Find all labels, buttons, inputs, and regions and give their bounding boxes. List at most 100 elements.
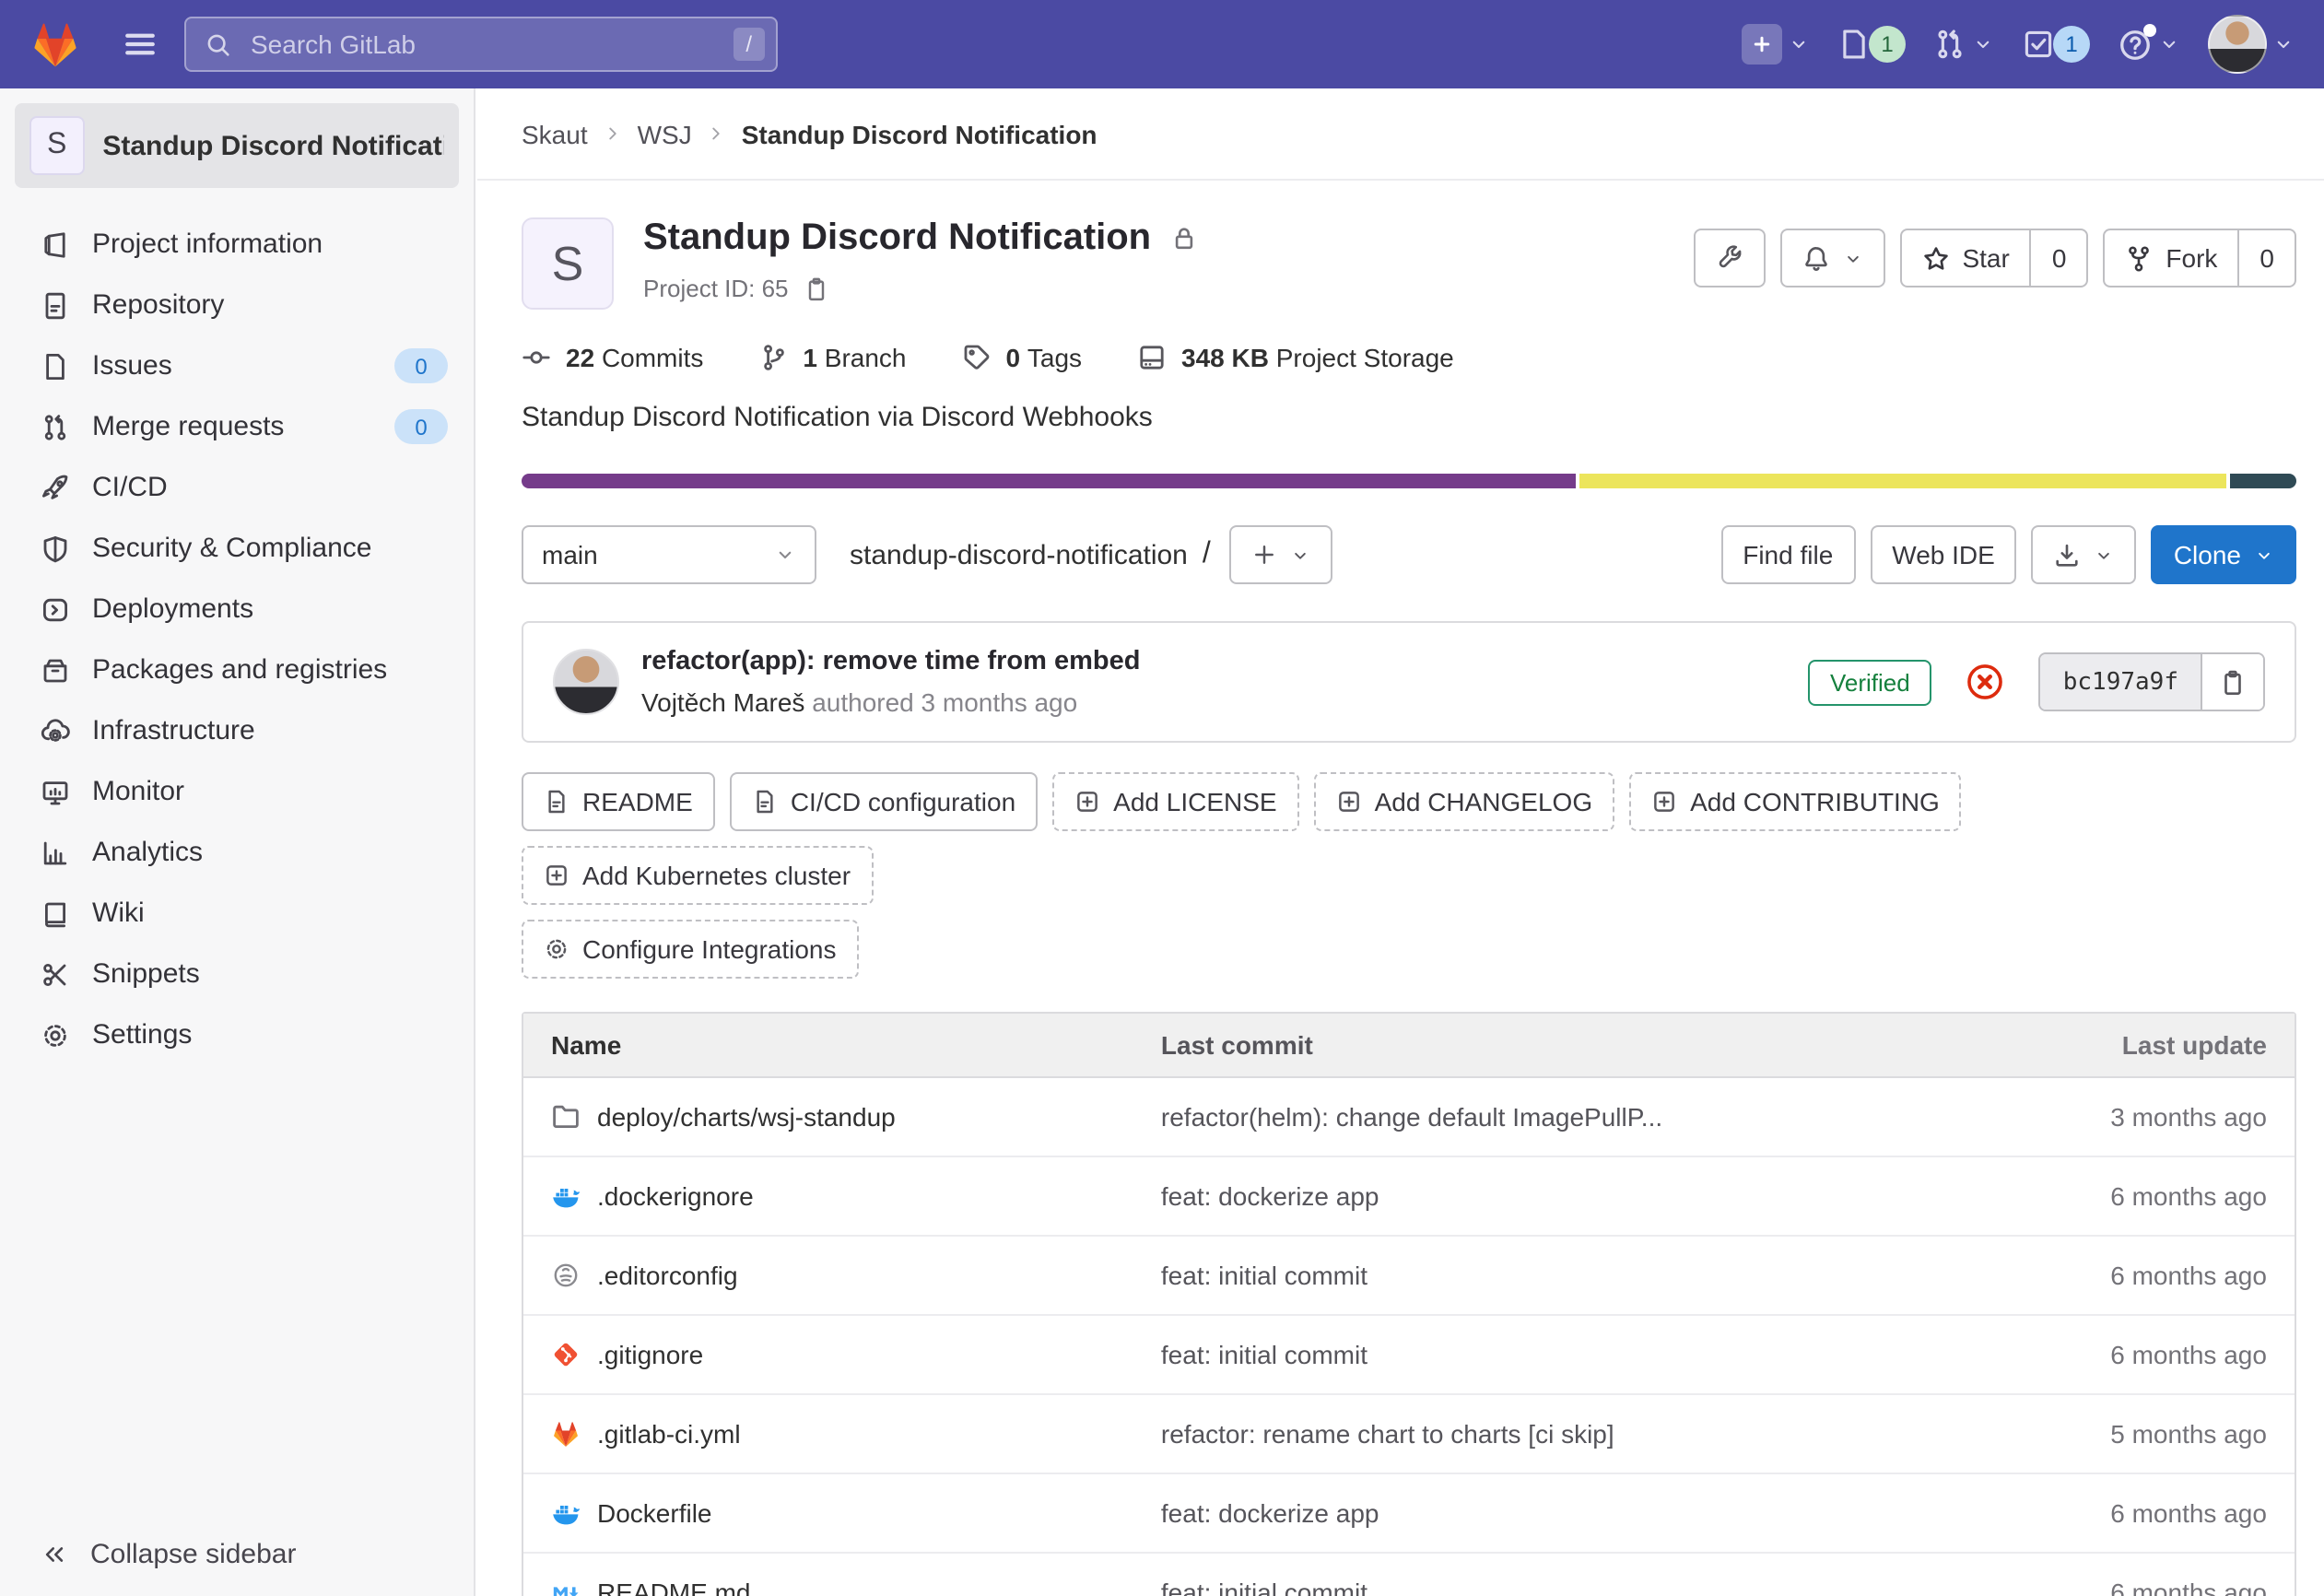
fork-count[interactable]: 0 — [2237, 230, 2295, 286]
sidebar-item-packages-registries[interactable]: Packages and registries — [0, 640, 474, 700]
project-stats: 22 Commits 1 Branch 0 Tags 348 KB Projec… — [522, 343, 2296, 372]
table-row[interactable]: .editorconfig feat: initial commit 6 mon… — [523, 1237, 2295, 1316]
table-row[interactable]: .dockerignore feat: dockerize app 6 mont… — [523, 1157, 2295, 1237]
fork-button[interactable]: Fork 0 — [2103, 229, 2296, 288]
commit-author[interactable]: Vojtěch Mareš — [641, 687, 804, 717]
file-commit-message[interactable]: feat: initial commit — [1161, 1340, 1941, 1369]
sidebar-item-settings[interactable]: Settings — [0, 1004, 474, 1065]
sidebar-item-security-compliance[interactable]: Security & Compliance — [0, 518, 474, 579]
star-button[interactable]: Star 0 — [1899, 229, 2088, 288]
file-icon — [544, 789, 569, 815]
storage-stat[interactable]: 348 KB Project Storage — [1137, 343, 1454, 372]
find-file-button[interactable]: Find file — [1720, 525, 1855, 584]
breadcrumb-subgroup[interactable]: WSJ — [638, 119, 692, 148]
screenshot-viewport: / 1 — [0, 0, 2324, 1596]
sidebar-item-merge-requests[interactable]: Merge requests 0 — [0, 396, 474, 457]
collapse-sidebar-button[interactable]: Collapse sidebar — [0, 1513, 474, 1596]
add-license-button[interactable]: Add LICENSE — [1052, 772, 1298, 831]
sidebar-item-monitor[interactable]: Monitor — [0, 761, 474, 822]
sidebar-item-label: Repository — [92, 289, 224, 321]
download-dropdown[interactable] — [2032, 525, 2137, 584]
merge-requests-menu-button[interactable] — [1933, 28, 1994, 61]
commit-title[interactable]: refactor(app): remove time from embed — [641, 647, 1140, 676]
pipeline-failed-icon[interactable] — [1966, 662, 2006, 702]
new-menu-button[interactable] — [1742, 24, 1810, 65]
add-file-dropdown[interactable] — [1229, 525, 1332, 584]
commits-stat[interactable]: 22 Commits — [522, 343, 703, 372]
fork-label: Fork — [2166, 243, 2217, 273]
file-commit-message[interactable]: feat: initial commit — [1161, 1578, 1941, 1596]
chevrons-left-icon — [41, 1541, 68, 1568]
sidebar-item-label: Issues — [92, 350, 172, 381]
repo-path[interactable]: standup-discord-notification — [850, 539, 1188, 570]
table-row[interactable]: .gitignore feat: initial commit 6 months… — [523, 1316, 2295, 1395]
file-name[interactable]: README.md — [597, 1578, 750, 1596]
breadcrumb-group[interactable]: Skaut — [522, 119, 588, 148]
gitlab-logo-icon[interactable] — [29, 18, 81, 70]
configure-integrations-button[interactable]: Configure Integrations — [522, 920, 859, 979]
breadcrumb-project[interactable]: Standup Discord Notification — [742, 119, 1097, 148]
disk-icon — [1137, 343, 1167, 372]
branches-stat[interactable]: 1 Branch — [758, 343, 906, 372]
sidebar-item-deployments[interactable]: Deployments — [0, 579, 474, 640]
global-search[interactable]: / — [184, 17, 778, 72]
file-name[interactable]: .editorconfig — [597, 1261, 738, 1290]
deployments-icon — [41, 594, 70, 624]
sidebar-item-infrastructure[interactable]: Infrastructure — [0, 700, 474, 761]
language-bar[interactable] — [522, 474, 2296, 488]
sidebar-item-snippets[interactable]: Snippets — [0, 944, 474, 1004]
web-ide-button[interactable]: Web IDE — [1870, 525, 2017, 584]
file-name[interactable]: .dockerignore — [597, 1181, 754, 1211]
issues-menu-button[interactable]: 1 — [1837, 26, 1906, 63]
file-name[interactable]: deploy/charts/wsj-standup — [597, 1102, 896, 1132]
add-changelog-button[interactable]: Add CHANGELOG — [1314, 772, 1615, 831]
sidebar-item-wiki[interactable]: Wiki — [0, 883, 474, 944]
file-name[interactable]: .gitlab-ci.yml — [597, 1419, 741, 1449]
todos-menu-button[interactable]: 1 — [2022, 26, 2090, 63]
add-contributing-button[interactable]: Add CONTRIBUTING — [1629, 772, 1962, 831]
add-kubernetes-cluster-button[interactable]: Add Kubernetes cluster — [522, 846, 873, 905]
table-row[interactable]: README.md feat: initial commit 6 months … — [523, 1554, 2295, 1596]
sidebar-item-cicd[interactable]: CI/CD — [0, 457, 474, 518]
sidebar-item-issues[interactable]: Issues 0 — [0, 335, 474, 396]
user-avatar — [2208, 15, 2267, 74]
notifications-button[interactable] — [1779, 229, 1884, 288]
file-name[interactable]: Dockerfile — [597, 1498, 712, 1528]
menu-hamburger-icon[interactable] — [122, 26, 158, 63]
chevron-down-icon — [1290, 545, 1310, 565]
file-commit-message[interactable]: feat: dockerize app — [1161, 1498, 1941, 1528]
sidebar-item-project-information[interactable]: Project information — [0, 214, 474, 275]
cicd-configuration-button[interactable]: CI/CD configuration — [730, 772, 1038, 831]
table-row[interactable]: Dockerfile feat: dockerize app 6 months … — [523, 1474, 2295, 1554]
chart-icon — [41, 838, 70, 867]
table-row[interactable]: .gitlab-ci.yml refactor: rename chart to… — [523, 1395, 2295, 1474]
search-input[interactable] — [247, 28, 718, 61]
file-commit-message[interactable]: feat: initial commit — [1161, 1261, 1941, 1290]
cloud-gear-icon — [41, 716, 70, 745]
repository-icon — [41, 290, 70, 320]
commit-author-avatar[interactable] — [553, 649, 619, 715]
file-commit-message[interactable]: refactor(helm): change default ImagePull… — [1161, 1102, 1941, 1132]
help-menu-button[interactable] — [2118, 27, 2180, 62]
file-commit-message[interactable]: refactor: rename chart to charts [ci ski… — [1161, 1419, 1941, 1449]
copy-project-id-button[interactable] — [804, 276, 829, 301]
markdown-icon — [551, 1578, 581, 1596]
readme-button[interactable]: README — [522, 772, 715, 831]
add-changelog-label: Add CHANGELOG — [1375, 787, 1593, 816]
chevron-right-icon — [707, 123, 727, 144]
file-commit-message[interactable]: feat: dockerize app — [1161, 1181, 1941, 1211]
sidebar-project-context[interactable]: S Standup Discord Notificati... — [15, 103, 459, 188]
file-name[interactable]: .gitignore — [597, 1340, 703, 1369]
user-menu-button[interactable] — [2208, 15, 2295, 74]
table-row[interactable]: deploy/charts/wsj-standup refactor(helm)… — [523, 1078, 2295, 1157]
sidebar-item-repository[interactable]: Repository — [0, 275, 474, 335]
clone-button[interactable]: Clone — [2152, 525, 2296, 584]
branch-selector[interactable]: main — [522, 525, 816, 584]
tags-stat[interactable]: 0 Tags — [962, 343, 1083, 372]
sidebar-item-analytics[interactable]: Analytics — [0, 822, 474, 883]
admin-wrench-button[interactable] — [1693, 229, 1765, 288]
star-count[interactable]: 0 — [2030, 230, 2087, 286]
sidebar-item-label: Deployments — [92, 593, 253, 625]
copy-sha-button[interactable] — [2201, 654, 2263, 710]
verified-badge[interactable]: Verified — [1808, 659, 1932, 705]
